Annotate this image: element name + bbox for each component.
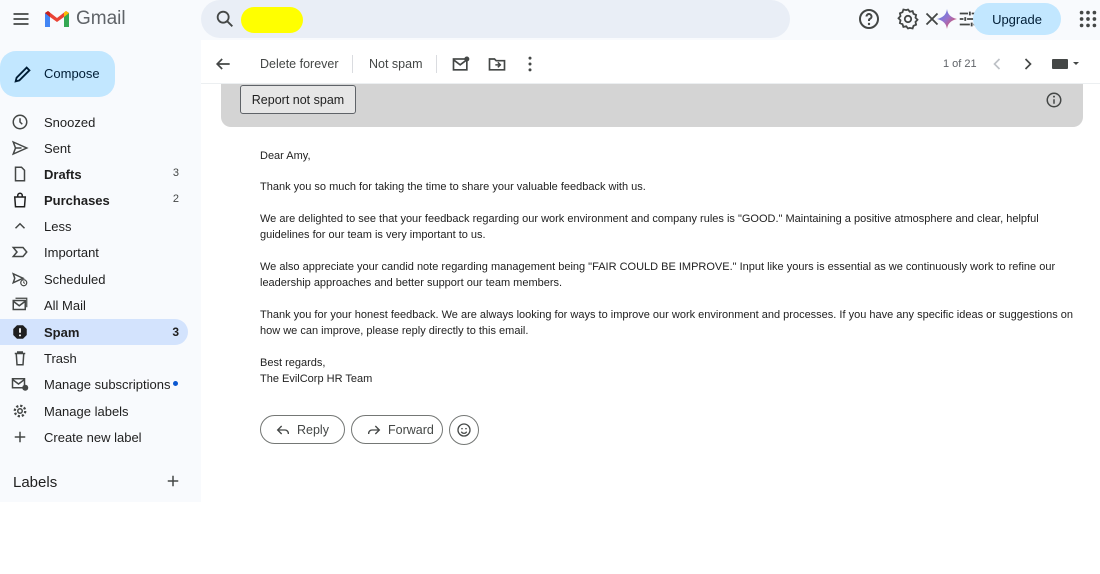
sidebar-item-label: Snoozed [44, 115, 96, 130]
sidebar-item-label: Scheduled [44, 272, 106, 287]
reply-button[interactable]: Reply [260, 415, 345, 444]
spam-icon [13, 325, 27, 339]
delete-forever-button[interactable]: Delete forever [260, 57, 339, 71]
sidebar-item-label: Drafts [44, 167, 82, 182]
top-bar: Gmail Upgrade [0, 0, 1100, 40]
forward-button[interactable]: Forward [351, 415, 443, 444]
gmail-m-icon [45, 11, 69, 27]
sidebar-item-manage-subscriptions[interactable]: Manage subscriptions [0, 371, 188, 397]
sidebar-item-snoozed[interactable]: Snoozed [0, 109, 188, 135]
pagination-count: 1 of 21 [943, 58, 977, 70]
email-paragraph: We also appreciate your candid note rega… [260, 261, 1056, 289]
sidebar-item-trash[interactable]: Trash [0, 345, 188, 371]
toolbar-divider [352, 55, 353, 73]
sidebar-item-label: Manage subscriptions [44, 377, 171, 392]
sidebar-item-label: Create new label [44, 430, 142, 445]
compose-button[interactable]: Compose [0, 51, 115, 97]
clock-icon [12, 114, 28, 130]
message-toolbar: Delete forever Not spam 1 of 21 [201, 44, 1100, 84]
send-icon [11, 140, 29, 156]
chevron-up-icon [14, 222, 26, 229]
sidebar-item-label: Manage labels [44, 404, 129, 419]
main-menu-button[interactable] [8, 6, 34, 32]
scheduled-icon [11, 272, 28, 287]
sidebar-item-scheduled[interactable]: Scheduled [0, 266, 188, 292]
report-not-spam-button[interactable]: Report not spam [240, 85, 356, 114]
app-name: Gmail [76, 8, 126, 29]
toolbar-divider [436, 55, 437, 73]
sidebar-item-label: Sent [44, 141, 71, 156]
pencil-icon [14, 66, 31, 83]
info-icon[interactable] [1045, 91, 1063, 109]
email-paragraph: Thank you so much for taking the time to… [260, 181, 646, 193]
mark-unread-icon[interactable] [451, 54, 471, 74]
draft-icon [14, 166, 26, 182]
important-icon [11, 246, 28, 258]
email-closing: Best regards, [260, 357, 326, 369]
spam-warning-banner: Report not spam [221, 84, 1083, 127]
unread-dot [173, 381, 178, 386]
more-vert-icon[interactable] [520, 54, 540, 74]
sidebar-item-sent[interactable]: Sent [0, 135, 188, 161]
sidebar-item-label: Important [44, 245, 99, 260]
compose-label: Compose [44, 66, 100, 81]
emoji-reaction-button[interactable] [449, 415, 479, 445]
sidebar-item-count: 2 [172, 193, 179, 205]
sidebar-item-label: Spam [44, 325, 80, 340]
chevron-left-icon[interactable] [987, 54, 1007, 74]
sidebar-item-drafts[interactable]: Drafts 3 [0, 161, 188, 187]
reply-label: Reply [297, 423, 329, 437]
sidebar-item-less[interactable]: Less [0, 213, 188, 239]
sidebar-item-count: 3 [172, 325, 179, 339]
settings-gear-icon[interactable] [896, 7, 920, 31]
sidebar-item-label: Trash [44, 351, 77, 366]
hamburger-menu-icon [13, 13, 29, 25]
search-highlight [241, 7, 303, 33]
input-tools-keyboard-icon[interactable] [1051, 56, 1081, 72]
sidebar-item-spam[interactable]: Spam 3 [0, 319, 188, 345]
email-greeting: Dear Amy, [260, 150, 311, 162]
sidebar-item-manage-labels[interactable]: Manage labels [0, 398, 188, 424]
search-input[interactable] [245, 8, 705, 30]
gmail-logo[interactable]: Gmail [44, 6, 126, 32]
chevron-right-icon[interactable] [1018, 54, 1038, 74]
not-spam-button[interactable]: Not spam [369, 57, 423, 71]
google-apps-grid-icon[interactable] [1077, 8, 1099, 30]
shopping-bag-icon [13, 192, 27, 208]
trash-icon [14, 351, 26, 366]
forward-arrow-icon [368, 425, 381, 435]
back-arrow-icon[interactable] [213, 54, 233, 74]
sidebar-item-count: 3 [172, 167, 179, 179]
sidebar: Compose Snoozed Sent Drafts 3 Purchases … [0, 40, 201, 502]
gear-icon [13, 404, 27, 418]
sidebar-item-important[interactable]: Important [0, 239, 188, 265]
upgrade-button[interactable]: Upgrade [973, 3, 1061, 35]
sidebar-item-all-mail[interactable]: All Mail [0, 292, 188, 318]
email-signature: The EvilCorp HR Team [260, 373, 373, 385]
plus-icon [14, 431, 26, 443]
sidebar-item-label: All Mail [44, 298, 86, 313]
sidebar-item-create-new-label[interactable]: Create new label [0, 424, 188, 450]
message-view: Delete forever Not spam 1 of 21 Report n… [201, 44, 1100, 502]
smiley-face-icon [457, 423, 471, 437]
help-icon[interactable] [857, 7, 881, 31]
labels-heading: Labels [13, 474, 58, 491]
add-label-plus-icon[interactable] [164, 472, 182, 490]
sidebar-item-label: Purchases [44, 193, 110, 208]
sidebar-item-purchases[interactable]: Purchases 2 [0, 187, 188, 213]
reply-arrow-icon [276, 425, 289, 435]
all-mail-icon [12, 297, 28, 311]
forward-label: Forward [388, 423, 434, 437]
gemini-sparkle-icon[interactable] [935, 7, 959, 31]
move-to-folder-icon[interactable] [487, 54, 507, 74]
manage-subscriptions-icon [11, 378, 29, 391]
sidebar-item-label: Less [44, 219, 72, 234]
email-paragraph: We are delighted to see that your feedba… [260, 213, 1039, 241]
search-icon[interactable] [214, 8, 236, 30]
email-paragraph: Thank you for your honest feedback. We a… [260, 309, 1073, 337]
